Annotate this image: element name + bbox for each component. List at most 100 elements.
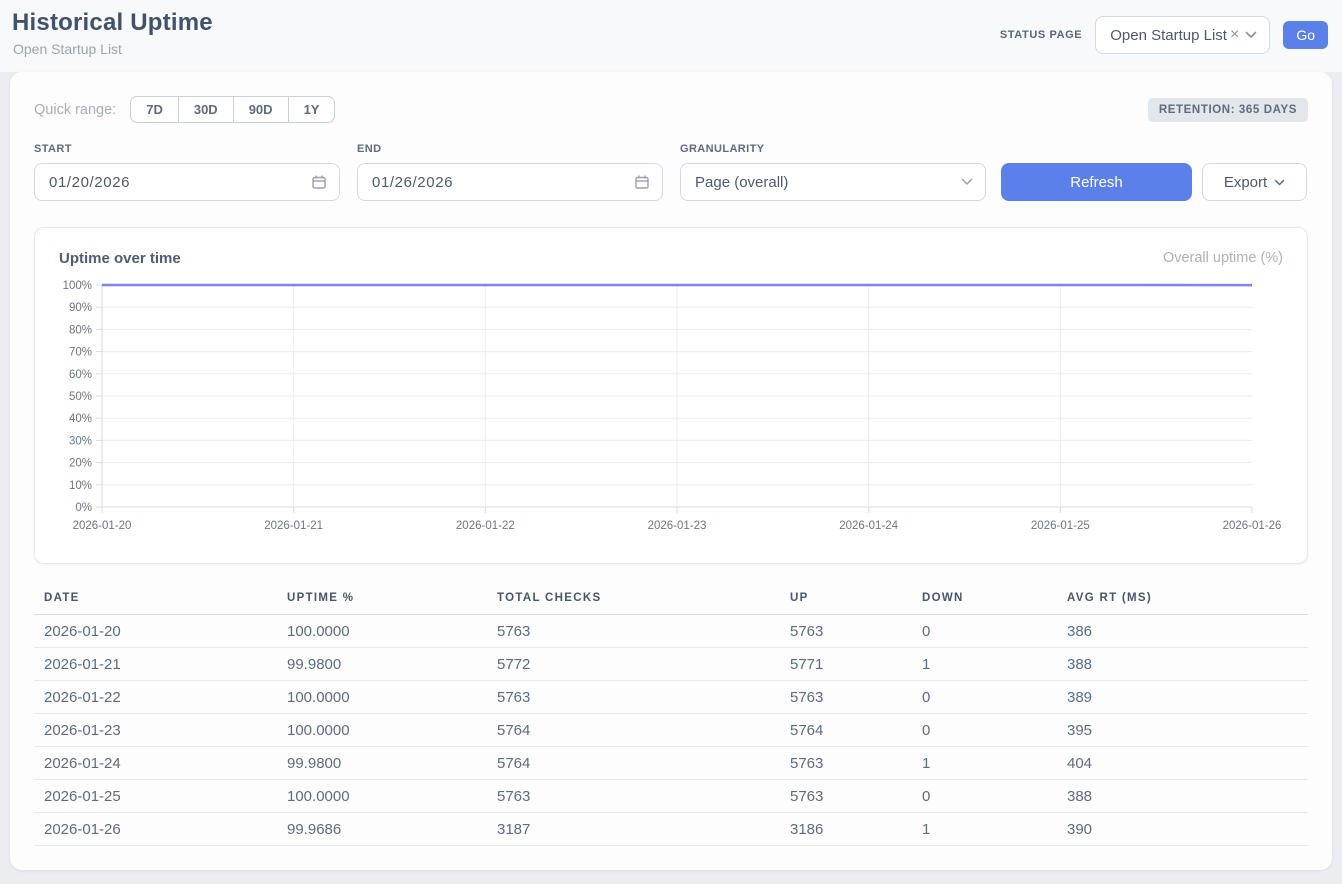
table-cell: 5771	[780, 648, 912, 681]
table-header-row: DATEUPTIME %TOTAL CHECKSUPDOWNAVG RT (MS…	[34, 586, 1308, 615]
quick-range-30d-button[interactable]: 30D	[178, 96, 234, 123]
svg-text:0%: 0%	[75, 502, 92, 514]
table-cell: 5772	[487, 648, 780, 681]
svg-text:10%: 10%	[69, 480, 92, 492]
svg-text:30%: 30%	[69, 435, 92, 447]
calendar-icon[interactable]	[311, 174, 327, 190]
granularity-select[interactable]: Page (overall)	[680, 163, 986, 201]
table-cell: 2026-01-21	[34, 648, 277, 681]
column-header: TOTAL CHECKS	[487, 586, 780, 615]
column-header: AVG RT (MS)	[1057, 586, 1308, 615]
chevron-down-icon	[1245, 31, 1257, 39]
table-cell: 1	[912, 747, 1057, 780]
start-field: START 01/20/2026	[34, 143, 340, 201]
svg-text:2026-01-21: 2026-01-21	[264, 520, 323, 532]
table-cell: 2026-01-20	[34, 615, 277, 648]
clear-icon[interactable]: ×	[1230, 27, 1239, 43]
table-cell: 0	[912, 780, 1057, 813]
table-cell: 99.9800	[277, 747, 487, 780]
start-date-input[interactable]: 01/20/2026	[34, 163, 340, 201]
column-header: UPTIME %	[277, 586, 487, 615]
table-cell: 99.9686	[277, 813, 487, 846]
status-page-select[interactable]: Open Startup List ×	[1095, 16, 1270, 54]
table-cell: 0	[912, 714, 1057, 747]
uptime-table: DATEUPTIME %TOTAL CHECKSUPDOWNAVG RT (MS…	[34, 586, 1308, 846]
table-cell: 100.0000	[277, 714, 487, 747]
table-cell: 5763	[487, 780, 780, 813]
table-row: 2026-01-2199.9800577257711388	[34, 648, 1308, 681]
column-header: DATE	[34, 586, 277, 615]
table-cell: 5763	[780, 780, 912, 813]
chevron-down-icon	[961, 178, 973, 186]
svg-text:60%: 60%	[69, 369, 92, 381]
chart-card: Uptime over time Overall uptime (%) 0%10…	[34, 227, 1308, 564]
table-cell: 386	[1057, 615, 1308, 648]
table-cell: 3187	[487, 813, 780, 846]
chart-title: Uptime over time	[59, 250, 181, 267]
table-cell: 389	[1057, 681, 1308, 714]
end-label: END	[357, 143, 663, 155]
end-date-value: 01/26/2026	[372, 174, 453, 191]
table-cell: 5764	[780, 714, 912, 747]
table-row: 2026-01-22100.0000576357630389	[34, 681, 1308, 714]
table-cell: 5763	[780, 615, 912, 648]
table-cell: 2026-01-22	[34, 681, 277, 714]
start-label: START	[34, 143, 340, 155]
column-header: DOWN	[912, 586, 1057, 615]
quick-range-row: Quick range: 7D 30D 90D 1Y RETENTION: 36…	[34, 96, 1308, 123]
table-cell: 388	[1057, 648, 1308, 681]
top-bar: Historical Uptime Open Startup List STAT…	[0, 0, 1342, 72]
table-cell: 2026-01-24	[34, 747, 277, 780]
quick-range-group: 7D 30D 90D 1Y	[130, 96, 335, 123]
table-row: 2026-01-23100.0000576457640395	[34, 714, 1308, 747]
calendar-icon[interactable]	[634, 174, 650, 190]
page-title: Historical Uptime	[12, 9, 213, 37]
table-cell: 0	[912, 615, 1057, 648]
table-row: 2026-01-2499.9800576457631404	[34, 747, 1308, 780]
table-row: 2026-01-25100.0000576357630388	[34, 780, 1308, 813]
svg-text:2026-01-25: 2026-01-25	[1031, 520, 1090, 532]
granularity-label: GRANULARITY	[680, 143, 986, 155]
end-date-input[interactable]: 01/26/2026	[357, 163, 663, 201]
svg-text:70%: 70%	[69, 347, 92, 359]
column-header: UP	[780, 586, 912, 615]
quick-range-label: Quick range:	[34, 102, 116, 118]
table-cell: 0	[912, 681, 1057, 714]
table-cell: 1	[912, 648, 1057, 681]
granularity-field: GRANULARITY Page (overall)	[680, 143, 986, 201]
export-button[interactable]: Export	[1202, 163, 1307, 201]
svg-text:40%: 40%	[69, 413, 92, 425]
start-date-value: 01/20/2026	[49, 174, 130, 191]
go-button[interactable]: Go	[1283, 21, 1328, 49]
svg-text:2026-01-22: 2026-01-22	[456, 520, 515, 532]
svg-text:80%: 80%	[69, 324, 92, 336]
table-cell: 5763	[780, 747, 912, 780]
quick-range-90d-button[interactable]: 90D	[233, 96, 289, 123]
table-cell: 388	[1057, 780, 1308, 813]
table-cell: 100.0000	[277, 615, 487, 648]
end-field: END 01/26/2026	[357, 143, 663, 201]
filter-row: START 01/20/2026 END 01/26/2026	[34, 143, 1308, 201]
granularity-value: Page (overall)	[695, 174, 788, 191]
table-cell: 404	[1057, 747, 1308, 780]
svg-text:20%: 20%	[69, 458, 92, 470]
table-cell: 2026-01-23	[34, 714, 277, 747]
table-cell: 100.0000	[277, 780, 487, 813]
status-page-controls: STATUS PAGE Open Startup List × Go	[1000, 16, 1328, 54]
refresh-button[interactable]: Refresh	[1001, 163, 1192, 201]
uptime-chart: 0%10%20%30%40%50%60%70%80%90%100%2026-01…	[59, 279, 1285, 541]
table-cell: 390	[1057, 813, 1308, 846]
table-cell: 5764	[487, 714, 780, 747]
table-cell: 5764	[487, 747, 780, 780]
page-subtitle: Open Startup List	[13, 41, 122, 57]
table-cell: 5763	[487, 681, 780, 714]
status-page-value: Open Startup List	[1110, 27, 1227, 44]
svg-text:2026-01-23: 2026-01-23	[648, 520, 707, 532]
table-body: 2026-01-20100.00005763576303862026-01-21…	[34, 615, 1308, 846]
table-cell: 2026-01-26	[34, 813, 277, 846]
retention-badge: RETENTION: 365 DAYS	[1148, 98, 1308, 122]
table-row: 2026-01-2699.9686318731861390	[34, 813, 1308, 846]
export-button-label: Export	[1224, 174, 1267, 191]
quick-range-7d-button[interactable]: 7D	[130, 96, 179, 123]
quick-range-1y-button[interactable]: 1Y	[288, 96, 336, 123]
